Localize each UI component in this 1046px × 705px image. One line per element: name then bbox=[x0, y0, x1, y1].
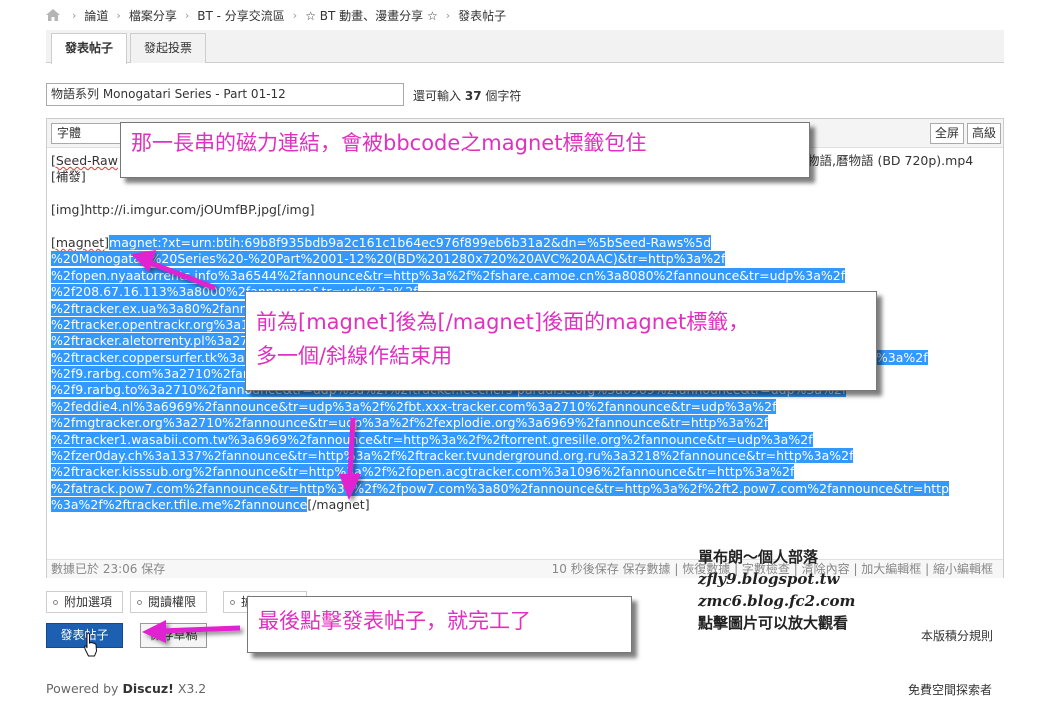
editor-statusbar: 數據已於 23:06 保存 10 秒後保存 保存數據 | 恢復數據 | 字數檢查… bbox=[47, 559, 1003, 578]
save-status: 數據已於 23:06 保存 bbox=[51, 562, 166, 576]
breadcrumb-link[interactable]: ☆ BT 動畫、漫畫分享 ☆ bbox=[305, 7, 438, 24]
tab-new-poll[interactable]: 發起投票 bbox=[130, 33, 207, 63]
text-line: %2fmgtracker.org%3a2710%2fannounce&tr=ud… bbox=[51, 415, 999, 431]
char-hint-prefix: 還可輸入 bbox=[413, 89, 462, 103]
home-icon[interactable] bbox=[46, 9, 60, 21]
blog-url: zfly9.blogspot.tw bbox=[698, 570, 840, 588]
selected-text: %20Monogatari%20Series%20-%20Part%2001-1… bbox=[51, 251, 726, 267]
read-permission-button[interactable]: 閱讀權限 bbox=[130, 591, 208, 613]
text-line: %20Monogatari%20Series%20-%20Part%2001-1… bbox=[51, 251, 999, 267]
text-line: [magnet]magnet:?xt=urn:btih:69b8f935bdb9… bbox=[51, 234, 999, 251]
selected-text: %2fatrack.pow7.com%2fannounce&tr=http%3a… bbox=[51, 480, 950, 496]
shrink-editor-link[interactable]: 縮小編輯框 bbox=[933, 562, 993, 576]
char-count: 37 bbox=[464, 89, 482, 103]
breadcrumb: › 論道 › 檔案分享 › BT - 分享交流區 › ☆ BT 動畫、漫畫分享 … bbox=[46, 5, 506, 25]
bullet-icon bbox=[137, 600, 142, 605]
bullet-icon bbox=[53, 600, 58, 605]
blog-url: zmc6.blog.fc2.com bbox=[698, 592, 856, 610]
char-remaining-hint: 還可輸入 37 個字符 bbox=[413, 87, 521, 104]
font-select[interactable]: 字體 bbox=[51, 123, 125, 144]
selected-text: %2ftracker.kisssub.org%2fannounce&tr=htt… bbox=[51, 464, 795, 480]
brand-link[interactable]: Discuz! bbox=[122, 681, 173, 696]
text-segment: [Seed-Raw bbox=[51, 153, 118, 168]
selected-text: %2fzer0day.ch%3a1337%2fannounce&tr=http%… bbox=[51, 448, 854, 464]
powered-by: Powered by Discuz! X3.2 bbox=[46, 681, 206, 696]
option-label: 附加選項 bbox=[64, 595, 113, 609]
blog-watermark: 單布朗～個人部落 zfly9.blogspot.tw zmc6.blog.fc2… bbox=[698, 546, 855, 634]
selected-text: %2ftracker1.wasabii.com.tw%3a6969%2fanno… bbox=[51, 431, 813, 447]
text-line bbox=[51, 186, 999, 202]
font-select-label: 字體 bbox=[57, 126, 82, 140]
text-line: %2ftracker1.wasabii.com.tw%3a6969%2fanno… bbox=[51, 431, 999, 448]
powered-prefix: Powered by bbox=[46, 681, 119, 696]
text-line: %2fatrack.pow7.com%2fannounce&tr=http%3a… bbox=[51, 480, 999, 497]
text-segment: 物語,曆物語 (BD 720p).mp4 bbox=[807, 153, 974, 168]
magnet-close-tag: [/magnet] bbox=[307, 497, 370, 513]
breadcrumb-current: 發表帖子 bbox=[458, 8, 507, 23]
selected-text: %2fmgtracker.org%3a2710%2fannounce&tr=ud… bbox=[51, 415, 769, 431]
text-line: %2feddie4.nl%3a6969%2fannounce&tr=udp%3a… bbox=[51, 398, 999, 415]
breadcrumb-link[interactable]: 論道 bbox=[84, 7, 108, 24]
callout-text: 最後點擊發表帖子，就完工了 bbox=[258, 609, 531, 633]
selected-text: %2fopen.nyaatorrents.info%3a6544%2fannou… bbox=[51, 267, 846, 283]
breadcrumb-link[interactable]: BT - 分享交流區 bbox=[197, 7, 285, 24]
tab-new-post[interactable]: 發表帖子 bbox=[51, 33, 128, 64]
text-line: %2fopen.nyaatorrents.info%3a6544%2fannou… bbox=[51, 267, 999, 284]
chevron-right-icon: › bbox=[72, 8, 77, 22]
selected-text: %3a%2f%2ftracker.tfile.me%2fannounce bbox=[51, 497, 308, 513]
annotation-callout: 那一長串的磁力連結，會被bbcode之magnet標籤包住 bbox=[120, 122, 810, 178]
text-line bbox=[51, 219, 999, 235]
annotation-callout: 前為[magnet]後為[/magnet]後面的magnet標籤， 多一個/斜線… bbox=[245, 291, 877, 391]
text-line: %2ftracker.kisssub.org%2fannounce&tr=htt… bbox=[51, 464, 999, 480]
chevron-right-icon: › bbox=[445, 8, 451, 22]
hand-cursor-icon bbox=[84, 632, 98, 657]
advanced-button[interactable]: 高級 bbox=[967, 123, 1002, 144]
version-text: X3.2 bbox=[177, 681, 207, 696]
text-line: %3a%2f%2ftracker.tfile.me%2fannounce[/ma… bbox=[51, 497, 999, 513]
selected-text: %2feddie4.nl%3a6969%2fannounce&tr=udp%3a… bbox=[51, 398, 777, 414]
enlarge-editor-link[interactable]: 加大編輯框 bbox=[861, 562, 921, 576]
board-rules-link[interactable]: 本版積分規則 bbox=[921, 627, 993, 644]
blog-name: 單布朗～個人部落 bbox=[698, 548, 819, 566]
bullet-icon bbox=[230, 600, 235, 605]
selected-text: magnet:?xt=urn:btih:69b8f935bdb9a2c161c1… bbox=[109, 234, 712, 250]
annotation-callout: 最後點擊發表帖子，就完工了 bbox=[247, 596, 632, 653]
blog-hint: 點擊圖片可以放大觀看 bbox=[698, 614, 849, 632]
char-hint-suffix: 個字符 bbox=[485, 89, 522, 103]
callout-text: 前為[magnet]後為[/magnet]後面的magnet標籤， bbox=[256, 310, 750, 334]
text-line: %2fzer0day.ch%3a1337%2fannounce&tr=http%… bbox=[51, 448, 999, 464]
fullscreen-button[interactable]: 全屏 bbox=[930, 123, 965, 144]
footer-site-name[interactable]: 免費空間探索者 bbox=[908, 681, 992, 698]
magnet-open-tag: [magnet] bbox=[51, 234, 110, 250]
chevron-right-icon: › bbox=[292, 8, 298, 22]
chevron-right-icon: › bbox=[184, 8, 190, 22]
breadcrumb-link[interactable]: 檔案分享 bbox=[129, 7, 177, 24]
save-draft-button[interactable]: 保存草稿 bbox=[140, 623, 207, 648]
extra-options-button[interactable]: 附加選項 bbox=[46, 591, 124, 613]
callout-text: 多一個/斜線作結束用 bbox=[256, 344, 453, 368]
post-type-tabs: 發表帖子 發起投票 bbox=[46, 30, 1004, 64]
callout-text: 那一長串的磁力連結，會被bbcode之magnet標籤包住 bbox=[131, 131, 647, 155]
chevron-right-icon: › bbox=[116, 8, 121, 22]
autosave-link[interactable]: 10 秒後保存 保存數據 bbox=[552, 562, 671, 576]
text-line: [img]http://i.imgur.com/jOUmfBP.jpg[/img… bbox=[51, 202, 315, 218]
subject-input[interactable]: 物語系列 Monogatari Series - Part 01-12 bbox=[46, 83, 404, 106]
option-label: 閱讀權限 bbox=[148, 595, 197, 609]
